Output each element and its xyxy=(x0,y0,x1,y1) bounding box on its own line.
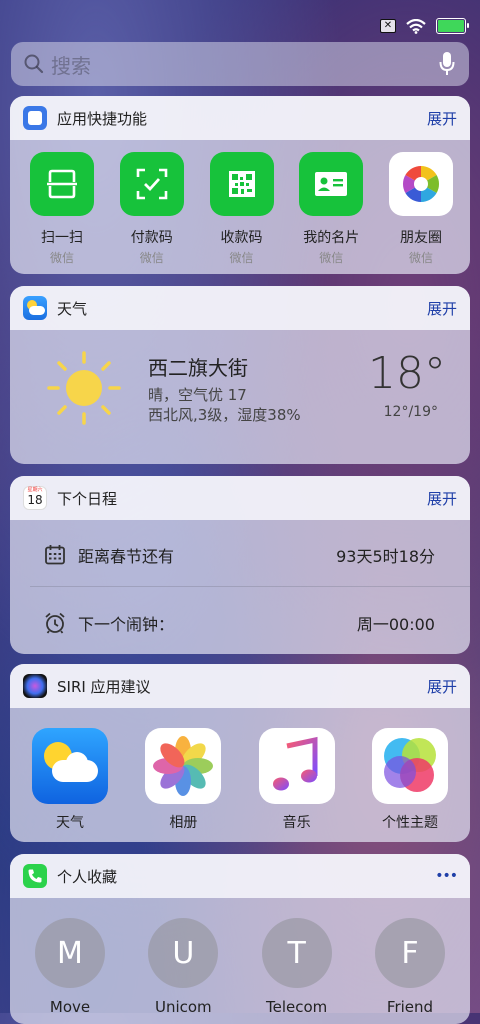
contact-name: Friend xyxy=(386,998,434,1016)
shortcut-business-card[interactable]: 我的名片 微信 xyxy=(297,152,365,266)
alarm-time: 周一00:00 xyxy=(356,615,435,634)
avatar: F xyxy=(374,918,445,988)
app-source: 微信 xyxy=(408,251,433,265)
event-row[interactable]: 距离春节还有 93天5时18分 xyxy=(10,522,470,588)
siri-app-photos[interactable]: 相册 xyxy=(143,728,223,832)
app-source: 微信 xyxy=(319,251,344,265)
app-label: 天气 xyxy=(56,815,84,831)
status-bar: ✕ xyxy=(380,16,469,36)
shortcut-payment-code[interactable]: 付款码 微信 xyxy=(118,152,186,266)
siri-app-weather[interactable]: 天气 xyxy=(30,728,110,832)
themes-app-icon xyxy=(371,728,448,804)
avatar: M xyxy=(35,918,105,988)
divider xyxy=(30,586,470,587)
calendar-event-icon xyxy=(45,545,65,565)
schedule-widget: 星期六 18 下个日程 展开 距离春节还有 93天5时18分 下一个闹钟： 周一… xyxy=(10,476,470,654)
microphone-icon[interactable] xyxy=(439,51,455,77)
app-label: 扫一扫 xyxy=(41,230,83,246)
phone-icon xyxy=(23,864,47,888)
shortcuts-widget: 应用快捷功能 展开 扫一扫 微信 付款码 微信 收款码 微信 我的名片 微信 朋… xyxy=(10,96,470,274)
shortcut-scan[interactable]: 扫一扫 微信 xyxy=(28,152,96,266)
contact-name: Telecom xyxy=(266,998,328,1016)
search-input[interactable]: 搜索 xyxy=(51,50,439,79)
widget-title: 天气 xyxy=(57,299,88,318)
favorite-contact[interactable]: U Unicom xyxy=(147,918,219,1016)
weather-temperature: 18° xyxy=(368,348,446,399)
widget-title: 个人收藏 xyxy=(57,867,118,886)
favorites-header: 个人收藏 ••• xyxy=(10,854,470,898)
event-label: 距离春节还有 xyxy=(78,547,175,566)
widget-title: 应用快捷功能 xyxy=(57,109,148,128)
favorite-contact[interactable]: T Telecom xyxy=(261,918,333,1016)
widget-title: 下个日程 xyxy=(57,489,118,508)
avatar: T xyxy=(261,918,332,988)
app-label: 付款码 xyxy=(130,230,173,246)
app-label: 音乐 xyxy=(282,815,311,831)
siri-app-themes[interactable]: 个性主题 xyxy=(370,728,450,832)
calendar-icon: 星期六 18 xyxy=(23,486,47,510)
payment-code-icon xyxy=(119,152,184,216)
app-source: 微信 xyxy=(229,251,254,265)
moments-icon xyxy=(389,152,453,216)
shortcut-moments[interactable]: 朋友圈 微信 xyxy=(387,152,455,266)
app-label: 个性主题 xyxy=(381,815,438,831)
contact-name: Unicom xyxy=(154,998,212,1016)
siri-icon xyxy=(23,674,47,698)
alarm-clock-icon xyxy=(45,612,65,634)
qr-code-icon xyxy=(209,152,274,216)
siri-suggestions-widget: SIRI 应用建议 展开 天气 相册 音乐 个性主题 xyxy=(10,664,470,842)
siri-header: SIRI 应用建议 展开 xyxy=(10,664,470,708)
weather-app-icon xyxy=(32,728,108,804)
favorite-contact[interactable]: F Friend xyxy=(374,918,446,1016)
battery-icon xyxy=(436,18,469,34)
shortcuts-header: 应用快捷功能 展开 xyxy=(10,96,470,140)
app-label: 相册 xyxy=(169,815,198,831)
weather-condition: 晴，空气优 17 xyxy=(148,386,247,404)
sunny-icon xyxy=(47,351,121,425)
business-card-icon xyxy=(299,152,364,216)
scan-icon xyxy=(30,152,94,216)
shortcuts-icon xyxy=(23,106,47,130)
app-label: 收款码 xyxy=(220,230,263,246)
expand-button[interactable]: 展开 xyxy=(427,676,457,697)
event-countdown: 93天5时18分 xyxy=(336,547,435,566)
weather-small-icon xyxy=(23,296,47,320)
siri-app-music[interactable]: 音乐 xyxy=(257,728,337,832)
avatar: U xyxy=(148,918,219,988)
photos-app-icon xyxy=(145,728,222,804)
weather-widget[interactable]: 天气 展开 西二旗大街 晴，空气优 17 西北风,3级，湿度38% 18° 12… xyxy=(10,286,470,464)
alarm-label: 下一个闹钟： xyxy=(78,615,175,634)
weather-header: 天气 展开 xyxy=(10,286,470,330)
weather-wind: 西北风,3级，湿度38% xyxy=(148,406,301,424)
search-bar[interactable]: 搜索 xyxy=(11,42,469,86)
alarm-row[interactable]: 下一个闹钟： 周一00:00 xyxy=(10,590,470,654)
weather-range: 12°/19° xyxy=(383,404,438,420)
music-app-icon xyxy=(258,728,335,804)
app-source: 微信 xyxy=(139,251,164,265)
widget-title: SIRI 应用建议 xyxy=(57,677,151,696)
favorite-contact[interactable]: M Move xyxy=(34,918,106,1016)
more-button[interactable]: ••• xyxy=(435,868,458,884)
shortcut-receive-code[interactable]: 收款码 微信 xyxy=(208,152,276,266)
app-label: 朋友圈 xyxy=(400,230,442,246)
expand-button[interactable]: 展开 xyxy=(427,108,457,129)
app-source: 微信 xyxy=(49,251,74,265)
contact-name: Move xyxy=(49,998,91,1016)
expand-button[interactable]: 展开 xyxy=(427,298,457,319)
expand-button[interactable]: 展开 xyxy=(427,488,457,509)
wifi-icon xyxy=(406,18,426,34)
app-label: 我的名片 xyxy=(303,230,360,246)
sim-disabled-icon: ✕ xyxy=(380,19,396,33)
search-icon xyxy=(24,54,44,74)
favorites-widget: 个人收藏 ••• M Move U Unicom T Telecom F Fri… xyxy=(10,854,470,1024)
schedule-header: 星期六 18 下个日程 展开 xyxy=(10,476,470,520)
weather-location: 西二旗大街 xyxy=(148,356,248,380)
